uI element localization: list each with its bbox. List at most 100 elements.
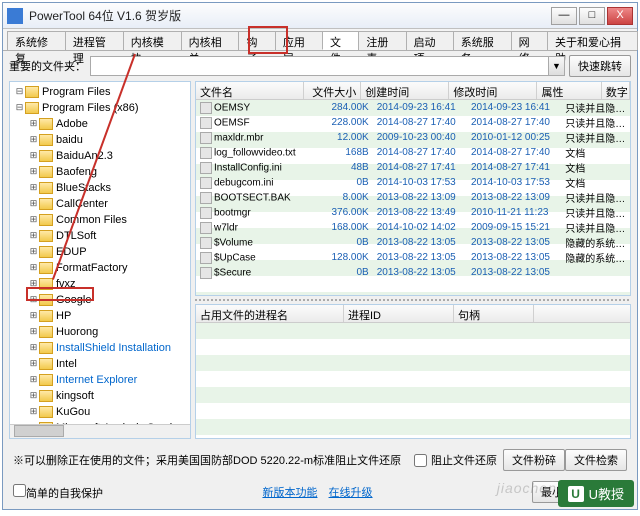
- tree-item[interactable]: ⊞DTLSoft: [10, 228, 190, 244]
- online-update-link[interactable]: 在线升级: [329, 487, 373, 499]
- folder-icon: [39, 358, 53, 370]
- col-header[interactable]: 句柄: [454, 305, 534, 322]
- expand-icon[interactable]: ⊟: [14, 87, 25, 97]
- chevron-down-icon[interactable]: ▼: [548, 57, 564, 75]
- close-button[interactable]: X: [607, 7, 633, 25]
- tree-item[interactable]: ⊞FormatFactory: [10, 260, 190, 276]
- tree-item[interactable]: ⊞Intel: [10, 356, 190, 372]
- file-row[interactable]: InstallConfig.ini48B2014-08-27 17:412014…: [196, 160, 630, 175]
- expand-icon[interactable]: ⊞: [28, 359, 39, 369]
- expand-icon[interactable]: ⊞: [28, 295, 39, 305]
- file-shred-button[interactable]: 文件粉碎: [503, 449, 565, 471]
- col-header[interactable]: 创建时间: [361, 82, 449, 99]
- maximize-button[interactable]: □: [579, 7, 605, 25]
- tab-应用层[interactable]: 应用层: [275, 31, 323, 50]
- tab-进程管理[interactable]: 进程管理: [65, 31, 124, 50]
- folder-tree[interactable]: ⊟Program Files⊟Program Files (x86)⊞Adobe…: [10, 82, 190, 424]
- file-row[interactable]: BOOTSECT.BAK8.00K2013-08-22 13:092013-08…: [196, 190, 630, 205]
- tree-item[interactable]: ⊞BlueStacks: [10, 180, 190, 196]
- expand-icon[interactable]: ⊞: [28, 247, 39, 257]
- tab-启动项[interactable]: 启动项: [406, 31, 454, 50]
- expand-icon[interactable]: ⊞: [28, 311, 39, 321]
- expand-icon[interactable]: ⊞: [28, 135, 39, 145]
- file-row[interactable]: $UpCase128.00K2013-08-22 13:052013-08-22…: [196, 250, 630, 265]
- file-row[interactable]: maxldr.mbr12.00K2009-10-23 00:402010-01-…: [196, 130, 630, 145]
- tree-item[interactable]: ⊞Internet Explorer: [10, 372, 190, 388]
- expand-icon[interactable]: ⊞: [28, 167, 39, 177]
- tree-item[interactable]: ⊞EDUP: [10, 244, 190, 260]
- expand-icon[interactable]: ⊞: [28, 199, 39, 209]
- tab-注册表[interactable]: 注册表: [358, 31, 406, 50]
- col-header[interactable]: 属性: [537, 82, 601, 99]
- file-icon: [200, 132, 212, 144]
- tab-关于和爱心捐助[interactable]: 关于和爱心捐助: [547, 31, 638, 50]
- tree-item[interactable]: ⊞CallCenter: [10, 196, 190, 212]
- process-list-header[interactable]: 占用文件的进程名进程ID句柄: [196, 305, 630, 323]
- tree-item[interactable]: ⊞Baofeng: [10, 164, 190, 180]
- col-header[interactable]: 占用文件的进程名: [196, 305, 344, 322]
- folder-input[interactable]: [91, 57, 548, 75]
- file-row[interactable]: bootmgr376.00K2013-08-22 13:492010-11-21…: [196, 205, 630, 220]
- file-row[interactable]: $Secure0B2013-08-22 13:052013-08-22 13:0…: [196, 265, 630, 280]
- col-header[interactable]: 数字: [602, 82, 630, 99]
- expand-icon[interactable]: ⊟: [14, 103, 25, 113]
- tree-item[interactable]: ⊞Common Files: [10, 212, 190, 228]
- minimize-button[interactable]: —: [551, 7, 577, 25]
- tree-item[interactable]: ⊞KuGou: [10, 404, 190, 420]
- folder-icon: [25, 86, 39, 98]
- file-icon: [200, 147, 212, 159]
- file-row[interactable]: $Volume0B2013-08-22 13:052013-08-22 13:0…: [196, 235, 630, 250]
- tree-item[interactable]: ⊞kingsoft: [10, 388, 190, 404]
- footer-desc: ※可以删除正在使用的文件；采用美国国防部DOD 5220.22-m标准阻止文件还…: [13, 452, 414, 468]
- expand-icon[interactable]: ⊞: [28, 231, 39, 241]
- expand-icon[interactable]: ⊞: [28, 279, 39, 289]
- folder-icon: [39, 198, 53, 210]
- expand-icon[interactable]: ⊞: [28, 183, 39, 193]
- expand-icon[interactable]: ⊞: [28, 215, 39, 225]
- tab-内核相关[interactable]: 内核相关: [181, 31, 240, 50]
- expand-icon[interactable]: ⊞: [28, 263, 39, 273]
- col-header[interactable]: 进程ID: [344, 305, 454, 322]
- tree-item[interactable]: ⊞HP: [10, 308, 190, 324]
- tab-系统修复[interactable]: 系统修复: [7, 31, 66, 50]
- expand-icon[interactable]: ⊞: [28, 391, 39, 401]
- tree-item[interactable]: ⊞Google: [10, 292, 190, 308]
- tree-item[interactable]: ⊞InstallShield Installation: [10, 340, 190, 356]
- file-search-button[interactable]: 文件检索: [565, 449, 627, 471]
- file-icon: [200, 117, 212, 129]
- expand-icon[interactable]: ⊞: [28, 343, 39, 353]
- col-header[interactable]: 文件名: [196, 82, 304, 99]
- col-header[interactable]: 文件大小: [304, 82, 361, 99]
- expand-icon[interactable]: ⊞: [28, 407, 39, 417]
- file-row[interactable]: w7ldr168.00K2014-10-02 14:022009-09-15 1…: [196, 220, 630, 235]
- file-row[interactable]: log_followvideo.txt168B2014-08-27 17:402…: [196, 145, 630, 160]
- expand-icon[interactable]: ⊞: [28, 119, 39, 129]
- prevent-restore-checkbox[interactable]: [414, 454, 427, 467]
- splitter[interactable]: [195, 299, 631, 301]
- tab-系统服务[interactable]: 系统服务: [453, 31, 512, 50]
- file-row[interactable]: OEMSY284.00K2014-09-23 16:412014-09-23 1…: [196, 100, 630, 115]
- tree-item[interactable]: ⊞BaiduAn2.3: [10, 148, 190, 164]
- tree-item[interactable]: ⊞Huorong: [10, 324, 190, 340]
- file-list-header[interactable]: 文件名文件大小创建时间修改时间属性数字: [196, 82, 630, 100]
- expand-icon[interactable]: ⊞: [28, 151, 39, 161]
- tree-item[interactable]: ⊞baidu: [10, 132, 190, 148]
- expand-icon[interactable]: ⊞: [28, 375, 39, 385]
- tab-网络[interactable]: 网络: [511, 31, 548, 50]
- self-protect-checkbox[interactable]: [13, 484, 26, 497]
- folder-combo[interactable]: ▼: [90, 56, 565, 76]
- quick-jump-button[interactable]: 快速跳转: [569, 55, 631, 77]
- file-row[interactable]: debugcom.ini0B2014-10-03 17:532014-10-03…: [196, 175, 630, 190]
- tab-钩子[interactable]: 钩子: [238, 31, 275, 50]
- tree-item[interactable]: ⊞fvxz: [10, 276, 190, 292]
- tree-item[interactable]: ⊟Program Files: [10, 84, 190, 100]
- tree-hscroll[interactable]: [10, 424, 190, 438]
- tree-item[interactable]: ⊞Adobe: [10, 116, 190, 132]
- col-header[interactable]: 修改时间: [449, 82, 537, 99]
- expand-icon[interactable]: ⊞: [28, 327, 39, 337]
- tab-内核模块[interactable]: 内核模块: [123, 31, 182, 50]
- tree-item[interactable]: ⊟Program Files (x86): [10, 100, 190, 116]
- tab-文件[interactable]: 文件: [322, 31, 359, 50]
- file-row[interactable]: OEMSF228.00K2014-08-27 17:402014-08-27 1…: [196, 115, 630, 130]
- new-features-link[interactable]: 新版本功能: [262, 487, 317, 499]
